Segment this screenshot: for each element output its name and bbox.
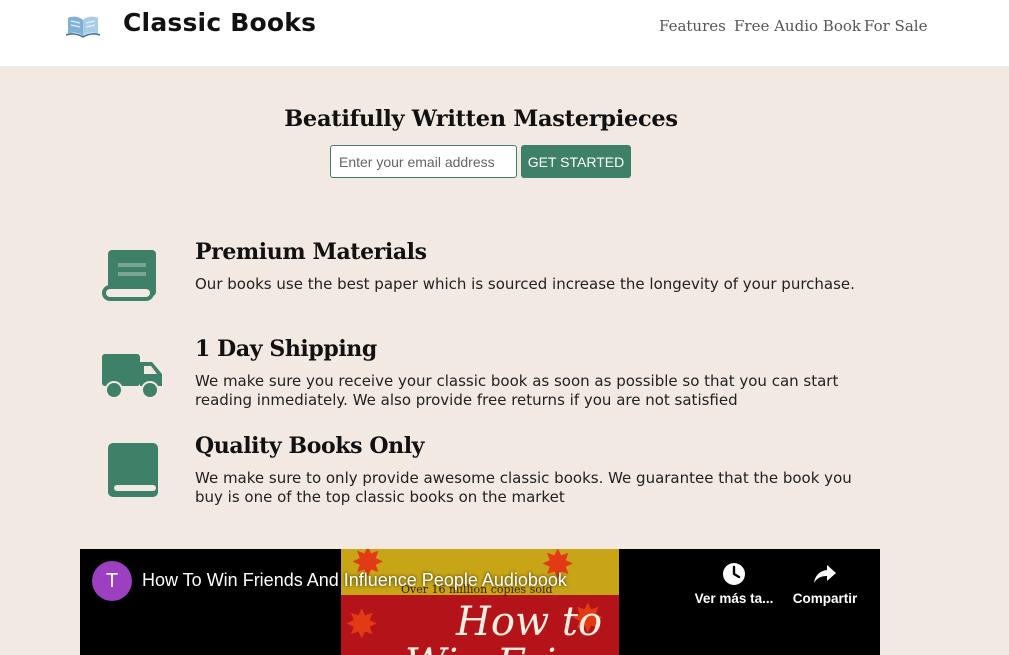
clock-icon (723, 563, 745, 585)
nav-link-free-audio-book[interactable]: Free Audio Book (734, 17, 861, 35)
video-embed[interactable]: ✸ ✸ ✸ ✸ Over 16 million copies sold How … (80, 549, 880, 655)
nav-link-for-sale[interactable]: For Sale (864, 17, 927, 35)
get-started-button[interactable]: GET STARTED (521, 145, 631, 178)
site-header: Classic Books Features Free Audio Book F… (0, 0, 1009, 66)
feature-text: Our books use the best paper which is so… (195, 275, 855, 293)
video-thumbnail[interactable]: ✸ ✸ ✸ ✸ Over 16 million copies sold How … (341, 549, 619, 655)
cover-title-line2: Win Friends (405, 641, 619, 655)
feature-premium-materials: Premium Materials Our books use the best… (0, 239, 1009, 329)
feature-1-day-shipping: 1 Day Shipping We make sure you receive … (0, 336, 1009, 426)
cover-title-line1: How to (456, 599, 603, 645)
share-button[interactable]: Compartir (780, 561, 870, 606)
scroll-icon (102, 250, 156, 301)
book-icon (108, 443, 158, 497)
truck-icon (102, 354, 162, 399)
feature-title: Quality Books Only (195, 433, 425, 459)
feature-title: 1 Day Shipping (195, 336, 377, 362)
share-icon (814, 565, 836, 583)
watch-later-label: Ver más ta... (694, 591, 774, 606)
feature-title: Premium Materials (195, 239, 427, 265)
nav-link-features[interactable]: Features (659, 17, 726, 35)
video-title[interactable]: How To Win Friends And Influence People … (142, 570, 567, 591)
share-label: Compartir (792, 591, 858, 606)
main-nav: Features Free Audio Book For Sale (0, 17, 1009, 37)
feature-text: We make sure to only provide awesome cla… (195, 469, 852, 506)
email-input[interactable] (330, 145, 517, 178)
hero-title: Beatifully Written Masterpieces (284, 106, 678, 132)
feature-quality-books-only: Quality Books Only We make sure to only … (0, 433, 1009, 523)
cover-starburst: ✸ (345, 602, 379, 648)
channel-avatar[interactable]: T (92, 561, 132, 601)
feature-text: We make sure you receive your classic bo… (195, 372, 839, 409)
watch-later-button[interactable]: Ver más ta... (689, 561, 779, 606)
